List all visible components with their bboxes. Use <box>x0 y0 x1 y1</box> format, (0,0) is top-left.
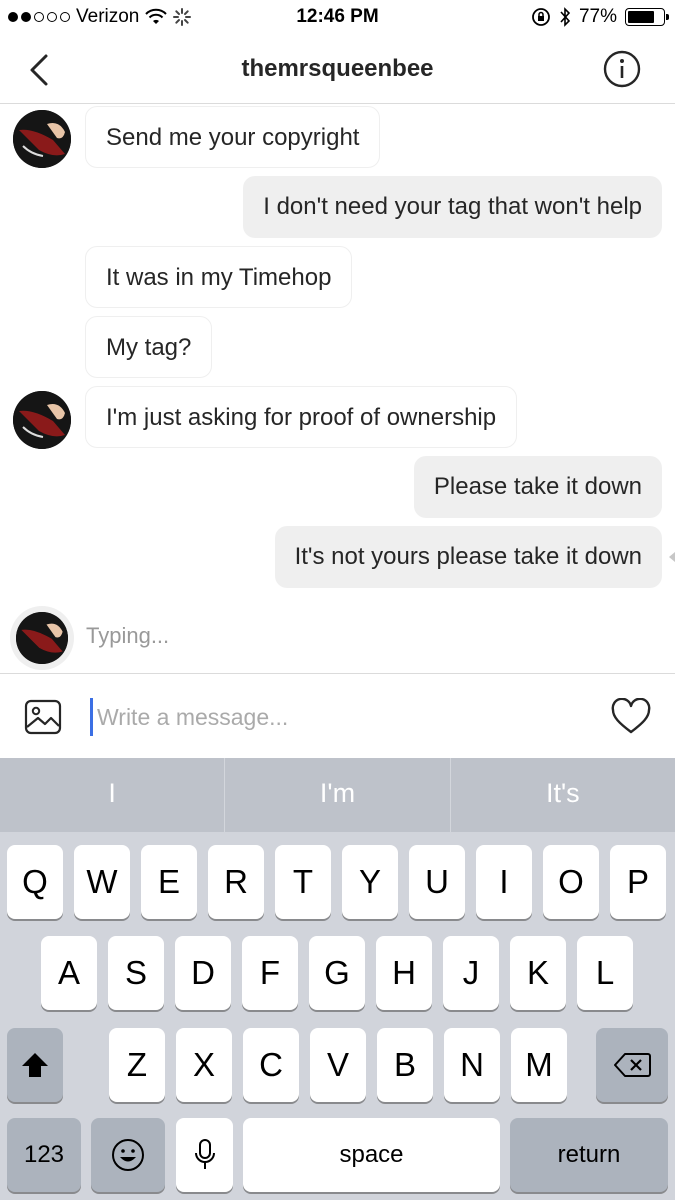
key-e[interactable]: E <box>141 845 197 919</box>
key-c[interactable]: C <box>243 1028 299 1102</box>
conversation-header: themrsqueenbee <box>0 36 675 104</box>
key-f[interactable]: F <box>242 936 298 1010</box>
status-right: 77% <box>531 6 669 28</box>
edge-indicator <box>669 552 675 562</box>
message-composer: Write a message... <box>0 673 675 758</box>
emoji-key[interactable] <box>91 1118 165 1192</box>
key-a[interactable]: A <box>41 936 97 1010</box>
shift-key[interactable] <box>7 1028 63 1102</box>
message-bubble-incoming[interactable]: It was in my Timehop <box>85 246 353 308</box>
avatar-photo-icon <box>13 391 71 449</box>
gallery-button[interactable] <box>24 699 62 735</box>
key-i[interactable]: I <box>476 845 532 919</box>
info-icon <box>603 50 641 88</box>
numbers-key[interactable]: 123 <box>7 1118 81 1192</box>
key-q[interactable]: Q <box>7 845 63 919</box>
return-key[interactable]: return <box>510 1118 668 1192</box>
key-l[interactable]: L <box>577 936 633 1010</box>
battery-percent: 77% <box>578 6 617 27</box>
like-button[interactable] <box>611 697 651 736</box>
message-bubble-outgoing[interactable]: Please take it down <box>413 456 662 518</box>
message-bubble-incoming[interactable]: I'm just asking for proof of ownership <box>85 386 518 448</box>
microphone-icon <box>194 1139 215 1169</box>
key-t[interactable]: T <box>275 845 331 919</box>
space-key[interactable]: space <box>243 1118 500 1192</box>
bluetooth-icon <box>560 7 571 27</box>
suggestion[interactable]: It's <box>451 758 675 832</box>
key-z[interactable]: Z <box>109 1028 165 1102</box>
key-p[interactable]: P <box>610 845 666 919</box>
message-bubble-outgoing[interactable]: It's not yours please take it down <box>274 526 662 588</box>
suggestion-bar: I I'm It's <box>0 758 675 832</box>
battery-icon <box>625 8 669 26</box>
key-x[interactable]: X <box>176 1028 232 1102</box>
message-bubble-incoming[interactable]: My tag? <box>85 316 213 378</box>
key-h[interactable]: H <box>376 936 432 1010</box>
backspace-icon <box>614 1053 651 1077</box>
emoji-icon <box>112 1139 144 1171</box>
key-y[interactable]: Y <box>342 845 398 919</box>
key-o[interactable]: O <box>543 845 599 919</box>
suggestion[interactable]: I <box>0 758 226 832</box>
key-v[interactable]: V <box>310 1028 366 1102</box>
typing-avatar <box>10 606 74 670</box>
key-w[interactable]: W <box>74 845 130 919</box>
status-bar: Verizon 12:46 PM 77% <box>0 0 675 36</box>
orientation-lock-icon <box>532 8 550 26</box>
key-b[interactable]: B <box>377 1028 433 1102</box>
avatar[interactable] <box>13 110 71 168</box>
keyboard: I I'm It's QWERTYUIOPASDFGHJKLZXCVBNM 12… <box>0 758 675 1200</box>
message-input[interactable]: Write a message... <box>90 698 590 736</box>
shift-icon <box>22 1053 48 1077</box>
battery-fill <box>628 11 655 23</box>
avatar <box>16 612 68 664</box>
avatar-photo-icon <box>13 110 71 168</box>
key-m[interactable]: M <box>511 1028 567 1102</box>
key-n[interactable]: N <box>444 1028 500 1102</box>
key-d[interactable]: D <box>175 936 231 1010</box>
key-g[interactable]: G <box>309 936 365 1010</box>
key-r[interactable]: R <box>208 845 264 919</box>
key-s[interactable]: S <box>108 936 164 1010</box>
info-button[interactable] <box>603 50 641 88</box>
gallery-icon <box>24 699 62 735</box>
backspace-key[interactable] <box>596 1028 668 1102</box>
message-bubble-incoming[interactable]: Send me your copyright <box>85 106 381 168</box>
key-j[interactable]: J <box>443 936 499 1010</box>
dictation-key[interactable] <box>176 1118 233 1192</box>
message-thread[interactable]: Send me your copyright I don't need your… <box>0 105 675 673</box>
message-bubble-outgoing[interactable]: I don't need your tag that won't help <box>243 176 662 238</box>
suggestion[interactable]: I'm <box>225 758 451 832</box>
avatar-photo-icon <box>16 612 68 664</box>
key-u[interactable]: U <box>409 845 465 919</box>
typing-indicator: Typing... <box>86 623 170 648</box>
key-k[interactable]: K <box>510 936 566 1010</box>
heart-icon <box>611 697 651 734</box>
avatar[interactable] <box>13 391 71 449</box>
conversation-title[interactable]: themrsqueenbee <box>0 55 675 83</box>
